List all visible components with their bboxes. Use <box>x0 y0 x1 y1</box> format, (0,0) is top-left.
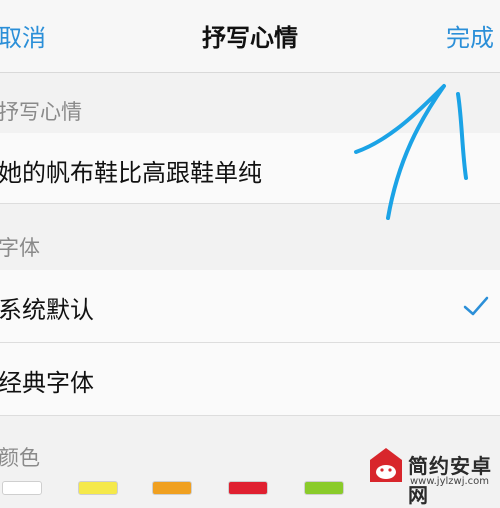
watermark-logo-icon <box>370 448 402 482</box>
watermark-url: www.jylzwj.com <box>410 476 490 487</box>
color-swatch-white[interactable] <box>2 481 42 495</box>
color-swatch-green[interactable] <box>304 481 344 495</box>
checkmark-icon <box>463 296 489 316</box>
navigation-bar: 取消 抒写心情 完成 <box>0 0 500 73</box>
color-swatch-orange[interactable] <box>152 481 192 495</box>
font-section-label: 字体 <box>0 236 40 260</box>
mood-text-row[interactable]: 她的帆布鞋比高跟鞋单纯 <box>0 133 500 204</box>
color-swatch-red[interactable] <box>228 481 268 495</box>
font-option-system-default[interactable]: 系统默认 <box>0 270 500 343</box>
done-button[interactable]: 完成 <box>446 18 494 53</box>
mood-section-label: 抒写心情 <box>0 100 82 124</box>
font-option-label: 经典字体 <box>0 369 94 397</box>
font-option-label: 系统默认 <box>0 296 94 324</box>
watermark: 简约安卓网 www.jylzwj.com <box>366 446 500 507</box>
color-section-label: 颜色 <box>0 446 40 470</box>
mood-text-input[interactable]: 她的帆布鞋比高跟鞋单纯 <box>0 153 262 188</box>
color-swatch-yellow[interactable] <box>78 481 118 495</box>
font-option-classic[interactable]: 经典字体 <box>0 343 500 416</box>
page-title: 抒写心情 <box>202 24 298 52</box>
